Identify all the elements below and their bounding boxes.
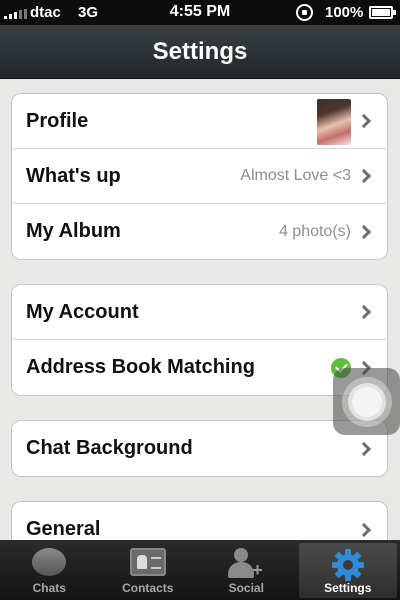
row-chat-background[interactable]: Chat Background xyxy=(12,421,387,476)
row-profile[interactable]: Profile xyxy=(12,94,387,149)
page-title: Settings xyxy=(152,37,248,65)
tab-social[interactable]: + Social xyxy=(197,540,296,600)
chevron-right-icon xyxy=(356,522,372,537)
rotation-lock-icon xyxy=(296,4,313,21)
chat-bubble-icon xyxy=(32,548,67,576)
battery-icon xyxy=(369,6,396,19)
assistive-touch-button[interactable] xyxy=(333,368,400,435)
tab-chats[interactable]: Chats xyxy=(0,540,99,600)
settings-group-profile: Profile What's up Almost Love <3 My Albu… xyxy=(11,93,388,260)
contacts-card-icon xyxy=(129,548,166,576)
row-my-album[interactable]: My Album 4 photo(s) xyxy=(12,204,387,259)
tab-settings[interactable]: Settings xyxy=(298,543,397,598)
tab-contacts[interactable]: Contacts xyxy=(99,540,198,600)
navigation-bar: Settings xyxy=(0,25,400,79)
profile-avatar xyxy=(317,99,351,145)
row-address-book-matching[interactable]: Address Book Matching xyxy=(12,340,387,395)
chevron-right-icon xyxy=(356,304,372,320)
battery-percentage: 100% xyxy=(325,4,364,21)
row-label: What's up xyxy=(26,164,121,187)
status-message-value: Almost Love <3 xyxy=(240,167,351,184)
row-label: Chat Background xyxy=(26,437,193,459)
status-bar: dtac 3G 4:55 PM 100% xyxy=(0,0,400,25)
album-count-value: 4 photo(s) xyxy=(278,222,351,240)
chevron-right-icon xyxy=(356,224,372,239)
row-label: Address Book Matching xyxy=(26,356,255,378)
gear-icon xyxy=(331,549,364,581)
chevron-right-icon xyxy=(356,113,372,129)
chevron-right-icon xyxy=(356,441,372,456)
tab-label: Settings xyxy=(324,581,372,595)
tab-label: Social xyxy=(228,581,264,595)
settings-group-account: My Account Address Book Matching xyxy=(11,284,388,396)
row-label: General xyxy=(26,518,101,540)
settings-group-chat: Chat Background xyxy=(11,420,388,477)
row-label: Profile xyxy=(26,109,89,132)
chevron-right-icon xyxy=(356,168,372,184)
tab-bar: Chats Contacts + Social Settings xyxy=(0,540,400,600)
tab-label: Chats xyxy=(32,581,66,595)
row-my-account[interactable]: My Account xyxy=(12,285,387,340)
row-whats-up[interactable]: What's up Almost Love <3 xyxy=(12,149,387,204)
row-label: My Album xyxy=(26,220,121,242)
tab-label: Contacts xyxy=(122,581,174,595)
row-label: My Account xyxy=(26,300,139,323)
add-person-icon: + xyxy=(228,548,264,579)
